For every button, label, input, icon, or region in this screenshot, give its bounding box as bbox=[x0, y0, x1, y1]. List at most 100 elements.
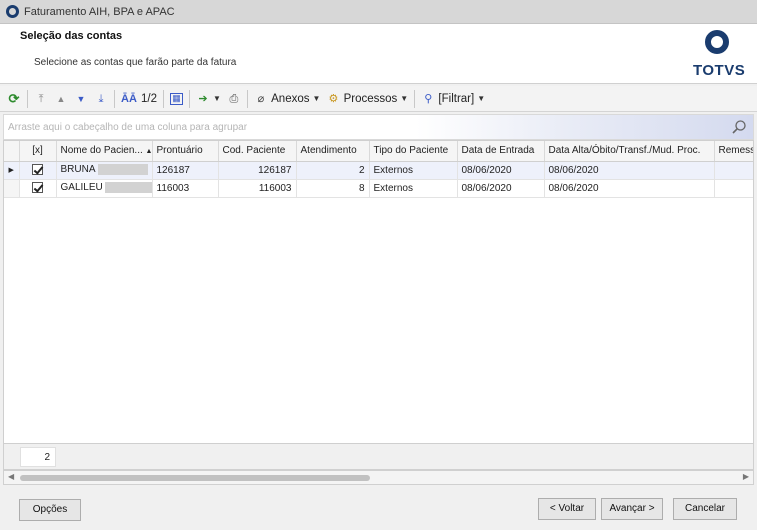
filter-label: [Filtrar] bbox=[438, 92, 475, 105]
search-icon[interactable] bbox=[731, 119, 747, 135]
cell-data-alta[interactable]: 08/06/2020 bbox=[544, 179, 715, 198]
first-record-icon: ⤒ bbox=[38, 92, 44, 105]
select-checkbox-cell[interactable] bbox=[19, 179, 57, 198]
app-icon bbox=[6, 5, 19, 18]
table-row[interactable]: ▶ BRUNA 126187 126187 2 Externos 08/06/2… bbox=[4, 161, 753, 180]
scroll-right-icon[interactable]: ▶ bbox=[743, 472, 749, 481]
cell-atendimento[interactable]: 2 bbox=[296, 161, 370, 180]
cell-cod-paciente[interactable]: 116003 bbox=[218, 179, 297, 198]
gears-icon: ⚙ bbox=[328, 92, 339, 105]
scroll-left-icon[interactable]: ◀ bbox=[8, 472, 14, 481]
toolbar-separator bbox=[189, 89, 190, 108]
row-indicator-icon: ▶ bbox=[4, 161, 20, 180]
logo-ring-icon bbox=[705, 30, 729, 54]
totvs-logo: TOTVS bbox=[693, 28, 746, 82]
grid-toolbar: ⟳ ⤒ ▲ ▼ ⤓ ĀĀ 1/2 ▦ ➔ ▼ ⎙ ⌀ Anexos ▼ ⚙ Proc… bbox=[0, 86, 757, 112]
column-header-nome[interactable]: Nome do Pacien... ▲ bbox=[56, 141, 153, 162]
page-indicator: 1/2 bbox=[141, 92, 157, 105]
cell-tipo-paciente[interactable]: Externos bbox=[369, 179, 458, 198]
row-indicator-header bbox=[4, 141, 20, 162]
toolbar-separator bbox=[246, 89, 248, 108]
table-row[interactable]: GALILEU 116003 116003 8 Externos 08/06/2… bbox=[4, 179, 753, 198]
cell-prontuario[interactable]: 116003 bbox=[152, 179, 219, 198]
redacted-block bbox=[104, 182, 151, 194]
cell-nome[interactable]: BRUNA bbox=[56, 161, 153, 180]
processos-menu[interactable]: ⚙ Processos ▼ bbox=[323, 89, 411, 109]
wizard-header: Seleção das contas Selecione as contas q… bbox=[0, 24, 757, 84]
accounts-grid[interactable]: [x] Nome do Pacien... ▲ Prontuário Cod. … bbox=[3, 140, 754, 444]
cell-data-entrada[interactable]: 08/06/2020 bbox=[457, 161, 545, 180]
down-arrow-icon: ▼ bbox=[76, 93, 86, 104]
export-icon: ➔ bbox=[198, 92, 208, 105]
patient-name: GALILEU bbox=[60, 182, 103, 194]
previous-record-button[interactable]: ▲ bbox=[51, 89, 71, 109]
find-button[interactable]: ĀĀ bbox=[118, 89, 138, 109]
anexos-menu[interactable]: ⌀ Anexos ▼ bbox=[251, 89, 323, 109]
export-button[interactable]: ➔ ▼ bbox=[193, 89, 224, 109]
anexos-label: Anexos bbox=[271, 92, 310, 105]
header-row: [x] Nome do Pacien... ▲ Prontuário Cod. … bbox=[4, 141, 753, 162]
cell-tipo-paciente[interactable]: Externos bbox=[369, 161, 458, 180]
scrollbar-thumb[interactable] bbox=[20, 475, 370, 481]
column-header-remessa[interactable]: Remessa bbox=[714, 141, 753, 162]
up-arrow-icon: ▲ bbox=[56, 93, 66, 104]
paperclip-icon: ⌀ bbox=[257, 92, 265, 105]
column-header-select[interactable]: [x] bbox=[19, 141, 57, 162]
toolbar-separator bbox=[163, 89, 164, 108]
page-title: Seleção das contas bbox=[20, 30, 123, 42]
column-header-tipo-paciente[interactable]: Tipo do Paciente bbox=[369, 141, 458, 162]
cell-remessa[interactable] bbox=[714, 179, 753, 198]
print-button[interactable]: ⎙ bbox=[224, 89, 244, 109]
grid-columns-icon: ▦ bbox=[170, 92, 183, 105]
options-button[interactable]: Opções bbox=[19, 499, 81, 521]
patient-name: BRUNA bbox=[60, 164, 96, 176]
cell-cod-paciente[interactable]: 126187 bbox=[218, 161, 297, 180]
row-indicator-empty bbox=[4, 179, 20, 198]
first-record-button[interactable]: ⤒ bbox=[31, 89, 51, 109]
cell-data-alta[interactable]: 08/06/2020 bbox=[544, 161, 715, 180]
logo-text: TOTVS bbox=[693, 62, 746, 79]
toolbar-separator bbox=[114, 89, 115, 108]
checkbox-checked[interactable] bbox=[32, 164, 43, 176]
last-record-icon: ⤓ bbox=[98, 92, 104, 105]
sort-ascending-icon: ▲ bbox=[145, 148, 152, 156]
cell-nome[interactable]: GALILEU bbox=[56, 179, 153, 198]
column-header-data-alta[interactable]: Data Alta/Óbito/Transf./Mud. Proc. bbox=[544, 141, 715, 162]
checkbox-checked[interactable] bbox=[32, 182, 43, 194]
last-record-button[interactable]: ⤓ bbox=[91, 89, 111, 109]
chevron-down-icon: ▼ bbox=[400, 94, 409, 103]
next-record-button[interactable]: ▼ bbox=[71, 89, 91, 109]
column-header-data-entrada[interactable]: Data de Entrada bbox=[457, 141, 545, 162]
page-subtitle: Selecione as contas que farão parte da f… bbox=[34, 57, 237, 68]
processos-label: Processos bbox=[343, 92, 398, 105]
column-header-prontuario[interactable]: Prontuário bbox=[152, 141, 219, 162]
filter-menu[interactable]: ⚲ [Filtrar] ▼ bbox=[418, 89, 488, 109]
next-button[interactable]: Avançar > bbox=[601, 498, 663, 520]
toolbar-separator bbox=[414, 89, 416, 108]
filter-icon: ⚲ bbox=[424, 92, 433, 105]
record-count: 2 bbox=[20, 447, 56, 467]
cell-data-entrada[interactable]: 08/06/2020 bbox=[457, 179, 545, 198]
cell-remessa[interactable] bbox=[714, 161, 753, 180]
column-header-cod-paciente[interactable]: Cod. Paciente bbox=[218, 141, 297, 162]
back-button[interactable]: < Voltar bbox=[538, 498, 596, 520]
column-chooser-button[interactable]: ▦ bbox=[167, 89, 186, 109]
group-by-panel[interactable]: Arraste aqui o cabeçalho de uma coluna p… bbox=[3, 114, 754, 140]
column-header-nome-label: Nome do Pacien... bbox=[60, 145, 143, 157]
toolbar-separator bbox=[27, 89, 28, 108]
grid-footer: 2 bbox=[3, 444, 754, 470]
accounts-table: [x] Nome do Pacien... ▲ Prontuário Cod. … bbox=[4, 141, 753, 198]
binoculars-icon: ĀĀ bbox=[121, 92, 137, 105]
window-title: Faturamento AIH, BPA e APAC bbox=[24, 5, 175, 18]
printer-icon: ⎙ bbox=[229, 92, 239, 105]
cell-prontuario[interactable]: 126187 bbox=[152, 161, 219, 180]
cancel-button[interactable]: Cancelar bbox=[673, 498, 737, 520]
group-by-hint: Arraste aqui o cabeçalho de uma coluna p… bbox=[8, 122, 248, 133]
cell-atendimento[interactable]: 8 bbox=[296, 179, 370, 198]
horizontal-scrollbar[interactable]: ◀ ▶ bbox=[3, 470, 754, 485]
column-header-atendimento[interactable]: Atendimento bbox=[296, 141, 370, 162]
refresh-button[interactable]: ⟳ bbox=[4, 89, 24, 109]
refresh-icon: ⟳ bbox=[8, 90, 20, 106]
window-titlebar: Faturamento AIH, BPA e APAC bbox=[0, 0, 757, 24]
select-checkbox-cell[interactable] bbox=[19, 161, 57, 180]
